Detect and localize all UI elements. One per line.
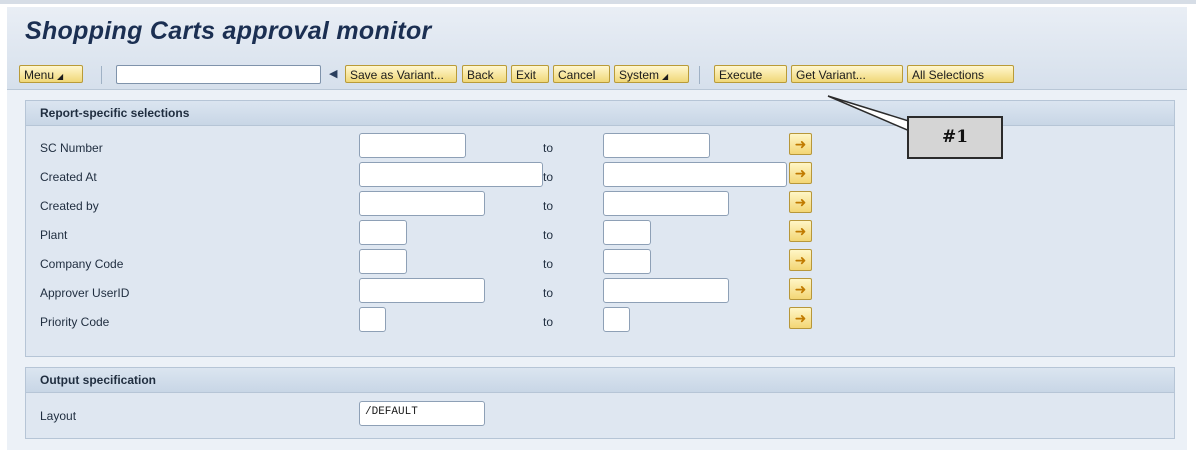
callout-label: #1: [907, 116, 1003, 159]
callout-arrow: [827, 95, 913, 134]
callout-pointer: [827, 95, 913, 134]
